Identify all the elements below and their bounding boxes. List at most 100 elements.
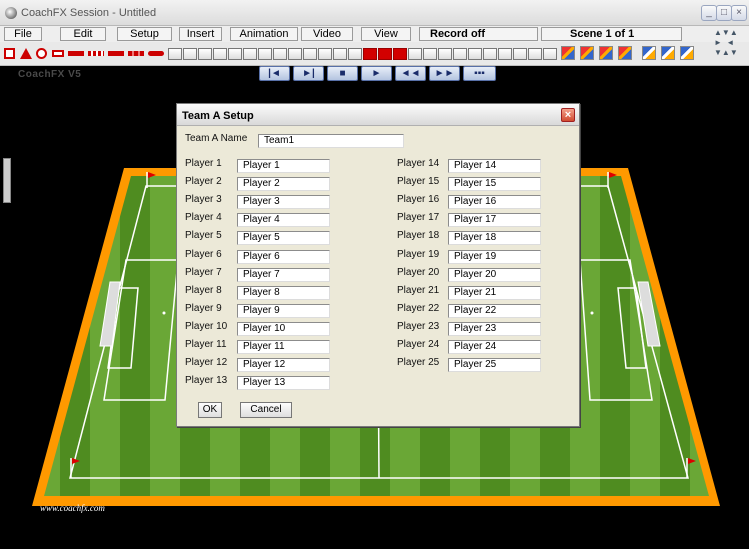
player-name-input[interactable]: Player 2: [237, 177, 330, 192]
grid-tool-icon[interactable]: [198, 48, 212, 60]
triangle-tool-icon[interactable]: [20, 48, 32, 59]
rotate-tool-icon[interactable]: [543, 48, 557, 60]
zoom-in-icon[interactable]: [258, 48, 272, 60]
flag-tool-icon[interactable]: [348, 48, 362, 60]
rewind-button[interactable]: ◄◄: [395, 66, 426, 81]
stop-button[interactable]: ■: [327, 66, 358, 81]
text-tool-icon[interactable]: [183, 48, 197, 60]
maximize-button[interactable]: □: [716, 5, 732, 21]
arc-tool-icon[interactable]: [408, 48, 422, 60]
team-setup-dialog: Team A Setup × Team A Name Team1 Player …: [176, 103, 580, 427]
step-forward-button[interactable]: ►|: [293, 66, 324, 81]
player-name-input[interactable]: Player 1: [237, 159, 330, 173]
player-name-input[interactable]: Player 21: [448, 285, 541, 300]
field-tool-icon[interactable]: [288, 48, 302, 60]
skip-start-button[interactable]: |◄: [259, 66, 290, 81]
player-label: Player 19: [397, 248, 440, 260]
record-status[interactable]: Record off: [419, 27, 538, 41]
pass-arrow-tool-icon[interactable]: [108, 51, 124, 56]
square-tool-icon[interactable]: [4, 48, 15, 59]
menu-view[interactable]: View: [361, 27, 411, 41]
menu-setup[interactable]: Setup: [117, 27, 172, 41]
fast-forward-button[interactable]: ►►: [429, 66, 460, 81]
ladder-tool-icon[interactable]: [483, 48, 497, 60]
minimize-button[interactable]: _: [701, 5, 717, 21]
menu-animation[interactable]: Animation: [230, 27, 298, 41]
player-name-input[interactable]: Player 18: [448, 231, 541, 246]
arrow-tool-icon[interactable]: [68, 51, 84, 56]
player-name-input[interactable]: Player 19: [448, 249, 541, 264]
frame-tool-icon[interactable]: [468, 48, 482, 60]
cancel-button[interactable]: Cancel: [240, 402, 292, 418]
mini-goal-tool-icon[interactable]: [498, 48, 512, 60]
menu-edit[interactable]: Edit: [60, 27, 106, 41]
circle-tool-icon[interactable]: [36, 48, 47, 59]
run-arrow-tool-icon[interactable]: [128, 51, 144, 56]
player-label: Player 8: [185, 284, 222, 296]
goal-tool-icon[interactable]: [243, 48, 257, 60]
dialog-close-icon[interactable]: ×: [561, 108, 575, 122]
player-label: Player 6: [185, 248, 222, 260]
player-name-input[interactable]: Player 20: [448, 267, 541, 282]
curved-arrow-tool-icon[interactable]: [148, 51, 164, 56]
player-name-input[interactable]: Player 12: [237, 358, 330, 373]
scene-status[interactable]: Scene 1 of 1: [541, 27, 682, 41]
player-name-input[interactable]: Player 17: [448, 213, 541, 228]
player-name-input[interactable]: Player 13: [237, 376, 330, 391]
player-name-input[interactable]: Player 8: [237, 285, 330, 300]
player-a3-icon[interactable]: [599, 46, 613, 60]
ok-button[interactable]: OK: [198, 402, 222, 418]
player-name-input[interactable]: Player 16: [448, 195, 541, 210]
dribble-arrow-tool-icon[interactable]: [88, 51, 104, 56]
team-name-input[interactable]: Team1: [258, 134, 404, 148]
goal-frame-tool-icon[interactable]: [528, 48, 542, 60]
player-a2-icon[interactable]: [580, 46, 594, 60]
player-name-input[interactable]: Player 3: [237, 195, 330, 210]
player-name-input[interactable]: Player 23: [448, 321, 541, 336]
hurdle-tool-icon[interactable]: [378, 48, 392, 60]
target-tool-icon[interactable]: [303, 48, 317, 60]
player-label: Player 16: [397, 194, 440, 206]
menu-insert[interactable]: Insert: [179, 27, 222, 41]
player-s3-icon[interactable]: [680, 46, 694, 60]
player-s2-icon[interactable]: [661, 46, 675, 60]
player-a1-icon[interactable]: [561, 46, 575, 60]
player-name-input[interactable]: Player 9: [237, 303, 330, 318]
player-label: Player 4: [185, 212, 222, 224]
player-name-input[interactable]: Player 6: [237, 249, 330, 264]
menu-file[interactable]: File: [4, 27, 42, 41]
player-name-input[interactable]: Player 7: [237, 267, 330, 282]
player-name-input[interactable]: Player 4: [237, 213, 330, 228]
player-name-input[interactable]: Player 15: [448, 177, 541, 192]
menu-video[interactable]: Video: [301, 27, 353, 41]
player-name-input[interactable]: Player 10: [237, 321, 330, 336]
pen-tool-icon[interactable]: [168, 48, 182, 60]
ball-tool-icon[interactable]: [228, 48, 242, 60]
left-penalty-spot: [162, 311, 166, 315]
player-name-input[interactable]: Player 22: [448, 303, 541, 318]
player-s1-icon[interactable]: [642, 46, 656, 60]
player-label: Player 2: [185, 176, 222, 188]
bar-tool-icon[interactable]: [438, 48, 452, 60]
corner-tool-icon[interactable]: [513, 48, 527, 60]
pole-tool-icon[interactable]: [333, 48, 347, 60]
zoom-out-icon[interactable]: [273, 48, 287, 60]
site-url: www.coachfx.com: [40, 503, 105, 513]
link-tool-icon[interactable]: [318, 48, 332, 60]
red-marker-tool-icon[interactable]: [393, 48, 407, 60]
player-name-input[interactable]: Player 24: [448, 340, 541, 354]
cone-tool-icon[interactable]: [363, 48, 377, 60]
player-a4-icon[interactable]: [618, 46, 632, 60]
line-tool-icon[interactable]: [453, 48, 467, 60]
play-button[interactable]: ►: [361, 66, 392, 81]
players-button[interactable]: ▪▪▪: [463, 66, 496, 81]
close-window-button[interactable]: ×: [731, 5, 747, 21]
stick-tool-icon[interactable]: [423, 48, 437, 60]
player-name-input[interactable]: Player 11: [237, 340, 330, 354]
rectangle-tool-icon[interactable]: [52, 50, 64, 57]
player-name-input[interactable]: Player 25: [448, 358, 541, 373]
player-name-input[interactable]: Player 5: [237, 231, 330, 246]
wall-tool-icon[interactable]: [213, 48, 227, 60]
view-nav-pad[interactable]: ▲▼▲ ► ◄ ▼▲▼: [712, 28, 742, 70]
player-name-input[interactable]: Player 14: [448, 159, 541, 173]
